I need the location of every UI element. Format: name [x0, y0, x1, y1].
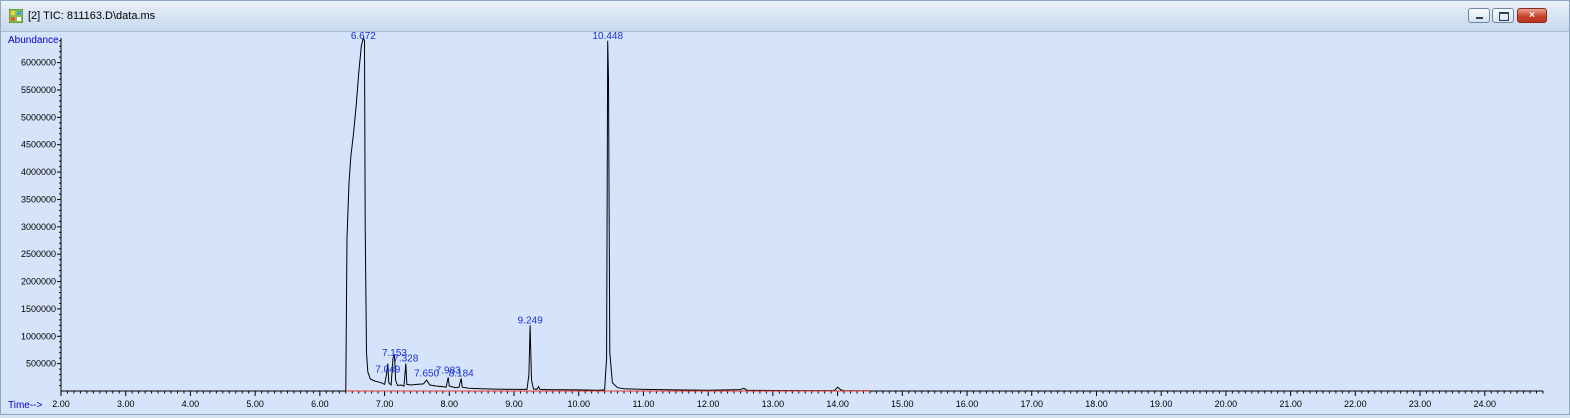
close-button[interactable]: ×	[1517, 8, 1547, 23]
axes: 2.00 3.00 4.00 5.00 6.00 7.00 8.00 9.00 10.00 11.…	[21, 38, 1544, 409]
x-tick-label: 21.00	[1279, 399, 1302, 409]
y-tick-label: 6000000	[21, 58, 56, 68]
y-tick-label: 5500000	[21, 85, 56, 95]
peak-label: 9.249	[518, 315, 543, 326]
x-tick-label: 19.00	[1150, 399, 1173, 409]
x-tick-label: 18.00	[1085, 399, 1108, 409]
y-tick-label: 3500000	[21, 194, 56, 204]
x-tick-label: 4.00	[182, 399, 200, 409]
x-tick-label: 20.00	[1215, 399, 1238, 409]
title-bar[interactable]: [2] TIC: 811163.D\data.ms ×	[1, 1, 1569, 32]
y-tick-label: 5000000	[21, 112, 56, 122]
x-tick-label: 3.00	[117, 399, 135, 409]
x-tick-label: 15.00	[891, 399, 914, 409]
x-tick-label: 13.00	[762, 399, 785, 409]
x-tick-label: 16.00	[956, 399, 979, 409]
x-tick-label: 14.00	[826, 399, 849, 409]
y-tick-label: 2500000	[21, 249, 56, 259]
maximize-icon	[1499, 12, 1509, 21]
x-tick-label: 8.00	[441, 399, 459, 409]
tic-trace	[345, 36, 871, 392]
x-tick-label: 23.00	[1409, 399, 1432, 409]
series-layer	[345, 36, 871, 392]
x-tick-label: 22.00	[1344, 399, 1367, 409]
y-axis-label: Abundance	[8, 35, 59, 46]
x-tick-label: 24.00	[1473, 399, 1496, 409]
close-icon: ×	[1529, 10, 1535, 21]
x-tick-label: 6.00	[311, 399, 329, 409]
plot-area[interactable]: 2.00 3.00 4.00 5.00 6.00 7.00 8.00 9.00 10.00 11.…	[3, 31, 1568, 413]
y-tick-label: 4000000	[21, 167, 56, 177]
x-tick-label: 10.00	[567, 399, 590, 409]
x-tick-label: 9.00	[505, 399, 523, 409]
x-tick-label: 5.00	[246, 399, 264, 409]
chromatogram-chart: 2.00 3.00 4.00 5.00 6.00 7.00 8.00 9.00 10.00 11.…	[8, 31, 1544, 411]
app-icon	[9, 9, 23, 23]
peak-label: 7.328	[393, 354, 418, 365]
peak-label: 8.184	[449, 368, 474, 379]
x-tick-label: 17.00	[1020, 399, 1043, 409]
x-tick-label: 7.00	[376, 399, 394, 409]
minimize-button[interactable]	[1468, 8, 1490, 23]
x-tick-label: 11.00	[633, 399, 655, 409]
x-tick-label: 12.00	[697, 399, 720, 409]
x-axis-label: Time-->	[8, 400, 43, 411]
peak-label: 7.049	[375, 365, 400, 376]
maximize-button[interactable]	[1492, 8, 1514, 23]
y-tick-label: 3000000	[21, 222, 56, 232]
y-tick-label: 1000000	[21, 331, 56, 341]
y-tick-label: 1500000	[21, 304, 56, 314]
peak-label: 6.672	[351, 32, 376, 42]
window-title: [2] TIC: 811163.D\data.ms	[28, 10, 156, 22]
y-tick-label: 4500000	[21, 140, 56, 150]
labels-layer: 6.672 10.4489.2497.1537.3287.049 7.6507.98…	[351, 31, 624, 380]
chromatogram-window: [2] TIC: 811163.D\data.ms × 2.00 3.00 4.00…	[0, 0, 1570, 415]
y-tick-label: 2000000	[21, 277, 56, 287]
x-tick-label: 2.00	[52, 399, 70, 409]
minimize-icon	[1476, 17, 1483, 19]
peak-label: 10.448	[592, 32, 623, 42]
y-tick-label: 500000	[26, 359, 56, 369]
